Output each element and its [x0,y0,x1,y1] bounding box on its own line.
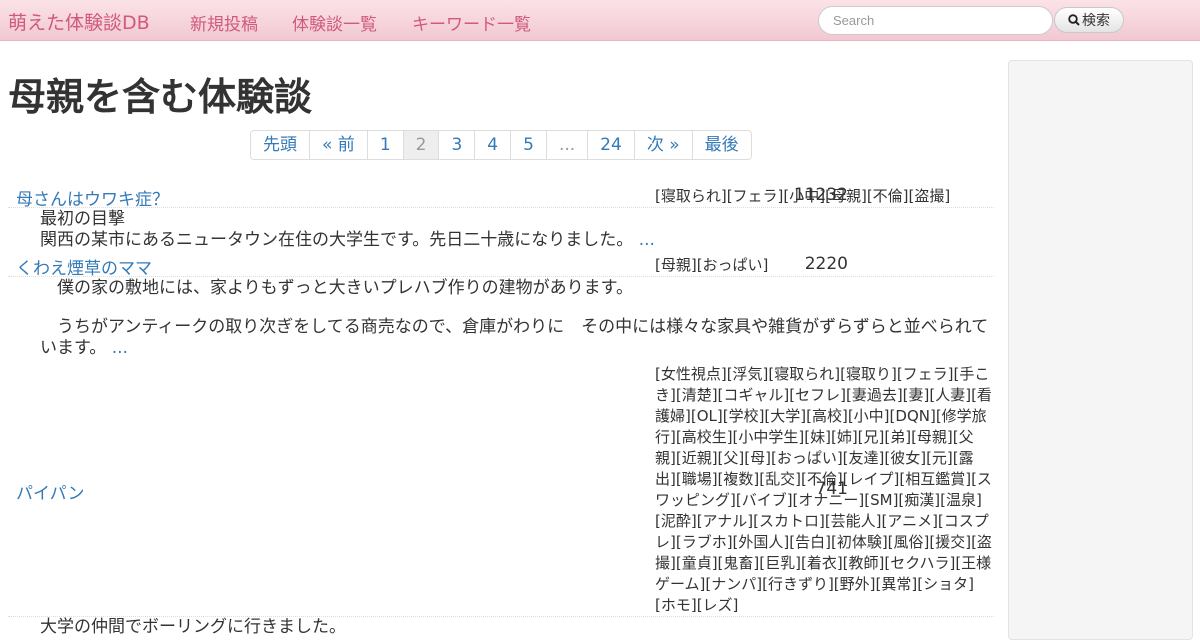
pagination-page-1[interactable]: 1 [366,131,403,159]
excerpt-line: 僕の家の敷地には、家よりもずっと大きいプレハブ作りの建物があります。 [40,278,633,298]
excerpt-line: 関西の某市にあるニュータウン在住の大学生です。先日二十歳になりました。 ... [40,230,655,250]
nav-story-list[interactable]: 体験談一覧 [292,10,377,35]
pagination: 先頭 « 前 1 2 3 4 5 ... 24 次 » 最後 [250,130,752,160]
entry-title-link[interactable]: くわえ煙草のママ [16,254,152,279]
navbar: 萌えた体験談DB 新規投稿 体験談一覧 キーワード一覧 検索 [0,0,1200,41]
excerpt-line [40,299,990,317]
excerpt-line: うちがアンティークの取り次ぎをしてる商売なので、倉庫がわりに その中には様々な家… [40,317,989,358]
sidebar [1008,60,1193,640]
entry-excerpt: 大学の仲間でボーリングに行きました。 [40,617,990,638]
entry-title-link[interactable]: 母さんはウワキ症？ [16,185,169,210]
excerpt-line: 大学の仲間でボーリングに行きました。 [40,617,346,637]
pagination-page-3[interactable]: 3 [438,131,475,159]
pagination-page-4[interactable]: 4 [474,131,511,159]
more-link[interactable]: ... [639,230,655,250]
nav-keyword-list[interactable]: キーワード一覧 [412,10,531,35]
entry-tags: [女性視点][浮気][寝取られ][寝取り][フェラ][手こき][清楚][コギャル… [655,365,992,614]
entry-excerpt: 僕の家の敷地には、家よりもずっと大きいプレハブ作りの建物があります。 うちがアン… [40,278,990,359]
brand-link[interactable]: 萌えた体験談DB [8,8,150,35]
pagination-prev[interactable]: « 前 [309,131,367,159]
entry-title-link[interactable]: パイパン [16,479,85,504]
pagination-ellipsis: ... [545,131,588,159]
pagination-next[interactable]: 次 » [633,131,692,159]
search-button-label: 検索 [1082,13,1110,29]
pagination-page-2-active: 2 [402,131,439,159]
pagination-last[interactable]: 最後 [691,131,751,159]
nav-new-post[interactable]: 新規投稿 [190,10,258,35]
search-button[interactable]: 検索 [1054,7,1124,33]
more-link[interactable]: ... [112,338,128,358]
search-icon [1068,14,1080,26]
pagination-first[interactable]: 先頭 [251,131,309,159]
page-title: 母親を含む体験談 [8,75,313,119]
pagination-page-24[interactable]: 24 [587,131,634,159]
entry-tags: [寝取られ][フェラ][小中][母親][不倫][盗撮] [655,187,951,205]
entry-excerpt: 最初の目撃 関西の某市にあるニュータウン在住の大学生です。先日二十歳になりました… [40,209,990,251]
excerpt-line: 最初の目撃 [40,209,125,229]
pagination-page-5[interactable]: 5 [510,131,546,159]
search-input[interactable] [818,6,1053,35]
entry-tags: [母親][おっぱい] [655,256,769,274]
